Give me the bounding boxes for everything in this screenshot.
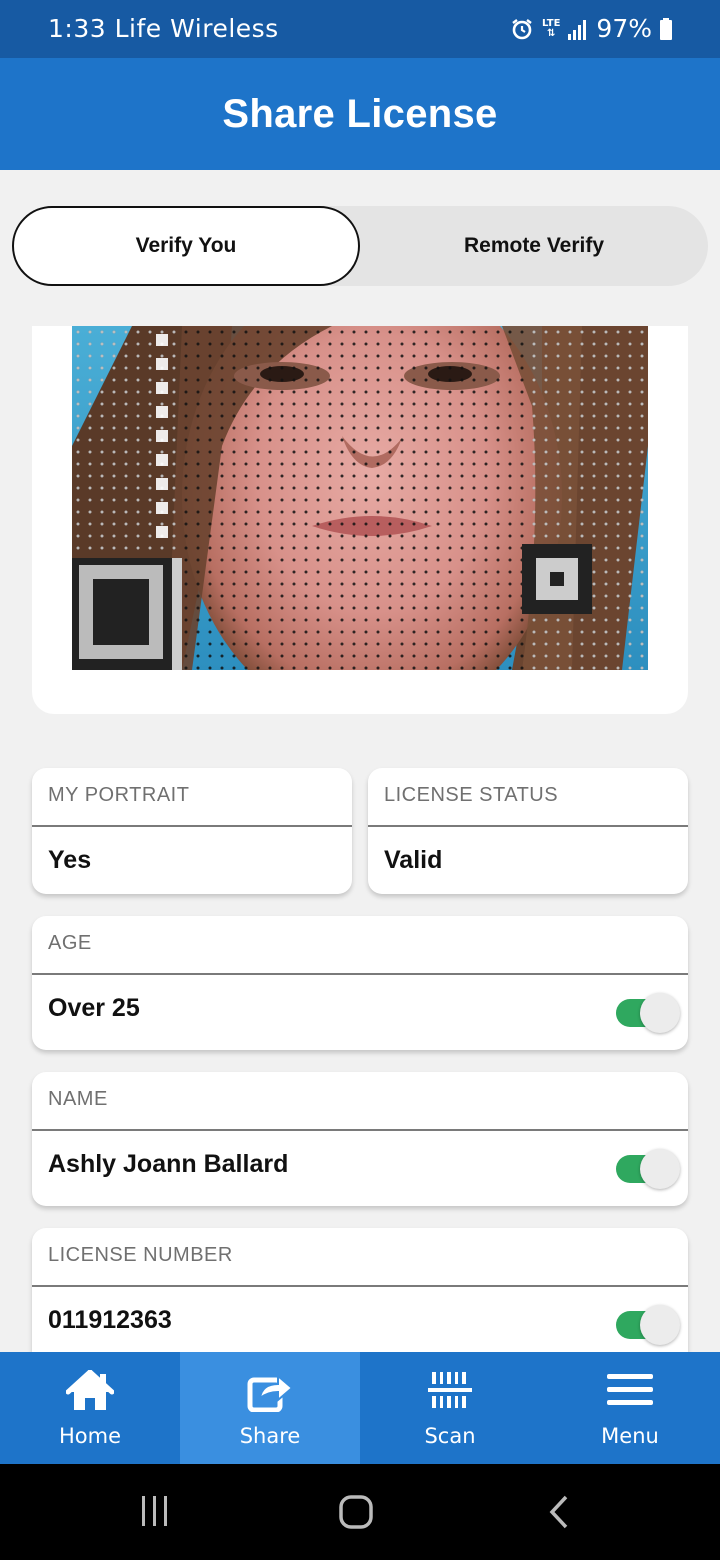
- age-value: Over 25: [48, 994, 140, 1022]
- status-icons: LTE ⇅ 97%: [510, 14, 672, 43]
- license-number-label: LICENSE NUMBER: [48, 1244, 233, 1266]
- signal-icon: [568, 18, 588, 40]
- name-card: NAME Ashly Joann Ballard: [32, 1072, 688, 1206]
- status-time: 1:33: [48, 14, 107, 43]
- status-bar: 1:33 Life Wireless LTE ⇅ 97%: [0, 0, 720, 58]
- tab-remote-verify[interactable]: Remote Verify: [360, 206, 708, 286]
- nav-share[interactable]: Share: [180, 1352, 360, 1464]
- portrait-qr-image: [72, 326, 648, 670]
- status-time-carrier: 1:33 Life Wireless: [48, 14, 279, 43]
- app-header: Share License: [0, 58, 720, 170]
- tab-verify-you[interactable]: Verify You: [12, 206, 360, 286]
- bottom-nav: Home Share Scan Menu: [0, 1352, 720, 1464]
- status-carrier: Life Wireless: [114, 14, 279, 43]
- license-status-value: Valid: [384, 846, 443, 874]
- nav-home-label: Home: [58, 1424, 121, 1448]
- license-status-card: LICENSE STATUS Valid: [368, 768, 688, 894]
- toggle-knob: [640, 1305, 680, 1345]
- battery-icon: [660, 17, 672, 40]
- license-number-share-toggle[interactable]: [616, 1305, 680, 1345]
- nav-menu[interactable]: Menu: [540, 1352, 720, 1464]
- toggle-knob: [640, 1149, 680, 1189]
- hamburger-menu-icon: [540, 1370, 720, 1410]
- card-divider: [32, 973, 688, 975]
- verify-mode-segment: Verify You Remote Verify: [12, 206, 708, 286]
- card-divider: [368, 825, 688, 827]
- nav-scan[interactable]: Scan: [360, 1352, 540, 1464]
- home-icon: [0, 1370, 180, 1412]
- card-divider: [32, 1285, 688, 1287]
- portrait-status-card: MY PORTRAIT Yes: [32, 768, 352, 894]
- name-share-toggle[interactable]: [616, 1149, 680, 1189]
- license-status-label: LICENSE STATUS: [384, 784, 559, 806]
- recent-apps-icon[interactable]: [138, 1494, 172, 1533]
- page-title: Share License: [222, 92, 498, 136]
- lte-icon: LTE ⇅: [542, 17, 561, 39]
- age-share-toggle[interactable]: [616, 993, 680, 1033]
- age-card: AGE Over 25: [32, 916, 688, 1050]
- toggle-knob: [640, 993, 680, 1033]
- license-number-card: LICENSE NUMBER 011912363: [32, 1228, 688, 1352]
- nav-home[interactable]: Home: [0, 1352, 180, 1464]
- back-icon[interactable]: [544, 1494, 574, 1535]
- license-number-value: 011912363: [48, 1306, 172, 1334]
- barcode-scan-icon: [360, 1370, 540, 1410]
- alarm-icon: [510, 17, 534, 41]
- age-label: AGE: [48, 932, 92, 954]
- portrait-label: MY PORTRAIT: [48, 784, 190, 806]
- share-icon: [180, 1370, 360, 1412]
- name-label: NAME: [48, 1088, 108, 1110]
- name-value: Ashly Joann Ballard: [48, 1150, 289, 1178]
- card-divider: [32, 1129, 688, 1131]
- lte-label: LTE: [542, 17, 561, 29]
- home-circle-icon[interactable]: [338, 1494, 374, 1535]
- nav-menu-label: Menu: [601, 1424, 659, 1448]
- system-nav-bar: [0, 1464, 720, 1560]
- nav-share-label: Share: [239, 1424, 301, 1448]
- nav-scan-label: Scan: [424, 1424, 476, 1448]
- portrait-card: [32, 326, 688, 714]
- card-divider: [32, 825, 352, 827]
- battery-level: 97%: [596, 14, 652, 43]
- portrait-value: Yes: [48, 846, 92, 874]
